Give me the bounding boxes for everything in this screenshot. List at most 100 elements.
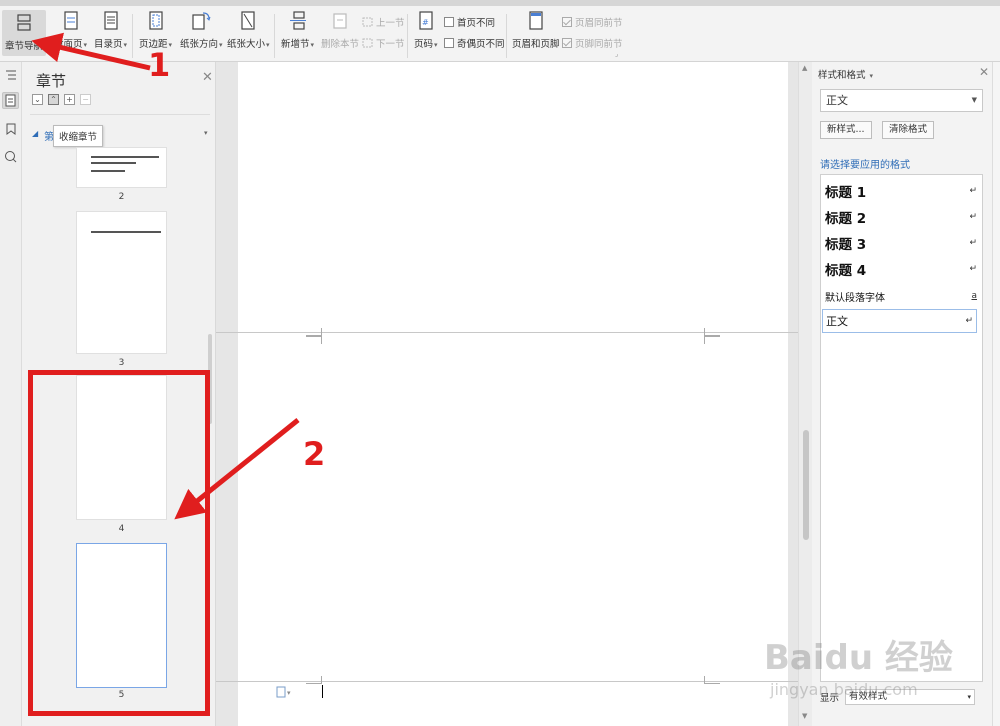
scroll-up-icon[interactable]: ▲: [802, 64, 807, 72]
next-section-label: 下一节: [376, 39, 405, 50]
style-name: 标题 4: [825, 263, 867, 279]
paragraph-mark-icon: ↵: [965, 316, 973, 326]
highlight-box: [28, 370, 210, 716]
margins-icon: [146, 10, 166, 32]
triangle-down-icon[interactable]: ◢: [32, 129, 38, 138]
style-name: 标题 1: [825, 185, 867, 201]
baidu-watermark: Baidu 经验: [764, 638, 953, 678]
style-list: 标题 1 ↵ 标题 2 ↵ 标题 3 ↵ 标题 4 ↵ 默认段落字体 a 正文 …: [820, 174, 983, 682]
scrollbar-thumb[interactable]: [803, 430, 809, 540]
collapse-section-icon[interactable]: ⌃: [48, 94, 59, 105]
margin-mark: [306, 328, 322, 336]
document-scrollbar[interactable]: ▲ ▼: [798, 62, 812, 726]
close-icon[interactable]: ✕: [979, 65, 989, 79]
bookmark-tab[interactable]: [2, 120, 19, 137]
page-number: 3: [118, 358, 125, 368]
clear-format-button[interactable]: 清除格式: [882, 121, 935, 139]
checkbox-box[interactable]: [562, 38, 572, 48]
list-item[interactable]: 标题 2 ↵: [825, 207, 977, 227]
document-page[interactable]: [238, 682, 788, 726]
section-nav-icon: [14, 12, 34, 34]
next-section-icon: [362, 38, 373, 48]
header-same-as-prev-checkbox[interactable]: 页眉同前节: [562, 15, 623, 29]
chevron-down-icon[interactable]: ▾: [204, 129, 208, 137]
close-icon[interactable]: ✕: [202, 70, 213, 85]
toc-page-button[interactable]: 目录页▾: [94, 10, 127, 50]
section-nav-button[interactable]: 章节导航: [2, 10, 47, 56]
odd-even-different-label: 奇偶页不同: [457, 39, 505, 50]
annotation-label: 1: [148, 46, 171, 84]
page-number: 2: [118, 192, 125, 202]
first-page-different-label: 首页不同: [457, 18, 496, 29]
prev-section-button[interactable]: 上一节: [362, 15, 405, 29]
list-item[interactable]: 标题 3 ↵: [825, 233, 977, 253]
header-footer-button[interactable]: 页眉和页脚: [512, 10, 560, 50]
new-style-button[interactable]: 新样式...: [820, 121, 872, 139]
header-footer-icon: [526, 10, 546, 32]
nav-divider: [30, 114, 210, 115]
orientation-label: 纸张方向: [180, 39, 219, 50]
styles-panel-title[interactable]: 样式和格式 ▾: [818, 67, 873, 81]
ribbon-group-expand-icon[interactable]: ⌟: [615, 50, 618, 58]
odd-even-different-checkbox[interactable]: 奇偶页不同: [444, 36, 505, 50]
tooltip: 收缩章节: [53, 125, 104, 147]
left-sidebar-tabs: [0, 62, 22, 726]
styles-panel: 样式和格式 ▾ ✕ 正文 ▼ 新样式... 清除格式 请选择要应用的格式 标题 …: [812, 62, 992, 726]
find-tab[interactable]: [2, 148, 19, 165]
page-number-button[interactable]: # 页码▾: [414, 10, 438, 50]
chevron-down-icon: ▾: [967, 693, 972, 701]
list-item[interactable]: 标题 4 ↵: [825, 259, 977, 279]
paste-options-icon[interactable]: ▾: [276, 686, 292, 701]
checkbox-box[interactable]: [444, 38, 454, 48]
orientation-button[interactable]: 纸张方向▾: [180, 10, 223, 50]
section-tab[interactable]: [2, 92, 19, 109]
list-item[interactable]: 默认段落字体 a: [825, 287, 977, 305]
expand-all-icon[interactable]: ⌄: [32, 94, 43, 105]
ribbon-separator: [132, 14, 133, 58]
header-footer-label: 页眉和页脚: [512, 39, 560, 50]
paragraph-mark-icon: ↵: [969, 264, 977, 274]
right-toolbar-strip: [992, 62, 1000, 726]
next-section-button[interactable]: 下一节: [362, 36, 405, 50]
section-nav-label: 章节导航: [5, 41, 44, 52]
margin-mark: [306, 336, 322, 344]
page-number-icon: #: [416, 10, 436, 32]
paragraph-mark-icon: ↵: [969, 186, 977, 196]
nav-panel-title: 章节: [36, 72, 67, 90]
document-page[interactable]: [238, 62, 788, 332]
margins-button[interactable]: 页边距▾: [139, 10, 172, 50]
text-cursor: [322, 685, 323, 698]
first-page-different-checkbox[interactable]: 首页不同: [444, 15, 495, 29]
delete-section-button[interactable]: 删除本节: [321, 10, 359, 50]
page-thumbnail[interactable]: [76, 211, 167, 354]
search-icon: [5, 151, 17, 163]
checkbox-box[interactable]: [562, 17, 572, 27]
document-canvas[interactable]: ▾: [216, 62, 798, 726]
paper-size-button[interactable]: 纸张大小▾: [227, 10, 270, 50]
list-item[interactable]: 标题 1 ↵: [825, 181, 977, 201]
margin-mark: [704, 336, 720, 344]
remove-section-icon[interactable]: −: [80, 94, 91, 105]
new-section-button[interactable]: 新增节▾: [281, 10, 314, 50]
list-icon: [5, 70, 16, 79]
header-same-as-prev-label: 页眉同前节: [575, 18, 623, 29]
list-item-selected[interactable]: 正文 ↵: [822, 309, 977, 333]
page-thumbnail[interactable]: [76, 147, 167, 188]
svg-text:#: #: [422, 18, 429, 27]
footer-same-as-prev-label: 页脚同前节: [575, 39, 623, 50]
style-name: 正文: [826, 315, 848, 328]
document-page[interactable]: [238, 333, 788, 681]
scroll-down-icon[interactable]: ▼: [802, 712, 807, 720]
checkbox-box[interactable]: [444, 17, 454, 27]
outline-tab[interactable]: [2, 66, 19, 83]
paper-size-icon: [238, 10, 258, 32]
style-name: 默认段落字体: [825, 292, 885, 304]
footer-same-as-prev-checkbox[interactable]: 页脚同前节: [562, 36, 623, 50]
add-section-icon[interactable]: +: [64, 94, 75, 105]
cover-page-button[interactable]: 封面页▾: [54, 10, 87, 50]
margin-mark: [704, 676, 720, 684]
current-style-select[interactable]: 正文 ▼: [820, 89, 983, 112]
margin-mark: [704, 328, 720, 336]
toc-page-icon: [101, 10, 121, 32]
ribbon-separator: [506, 14, 507, 58]
